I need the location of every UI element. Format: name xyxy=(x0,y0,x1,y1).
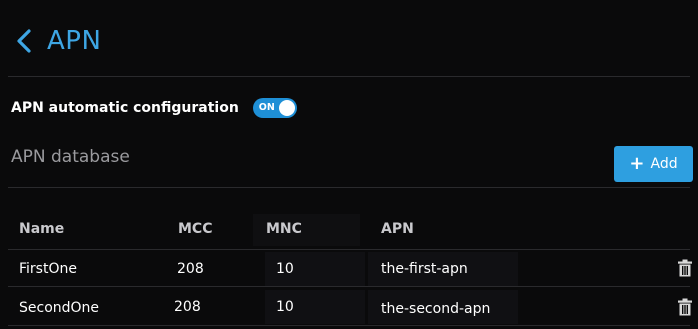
cell-mcc: 208 xyxy=(174,299,201,315)
back-button[interactable] xyxy=(10,27,38,55)
toggle-knob xyxy=(278,100,295,116)
trash-icon xyxy=(678,259,692,277)
column-header-mnc: MNC xyxy=(266,221,302,237)
apn-screen: APN APN automatic configuration ON APN d… xyxy=(0,0,698,329)
apn-database-title: APN database xyxy=(11,147,130,167)
auto-config-label: APN automatic configuration xyxy=(11,100,239,116)
section-divider xyxy=(8,187,690,188)
add-button-label: Add xyxy=(650,156,678,172)
table-row[interactable]: SecondOne 208 10 the-second-apn xyxy=(8,289,692,325)
trash-icon xyxy=(678,298,692,316)
row-divider xyxy=(8,286,690,287)
page-title: APN xyxy=(47,26,102,56)
cell-apn: the-first-apn xyxy=(381,261,468,277)
plus-icon: + xyxy=(629,153,645,174)
chevron-left-icon xyxy=(17,29,31,53)
cell-mnc: 10 xyxy=(276,261,294,277)
cell-mcc: 208 xyxy=(177,261,204,277)
column-header-name: Name xyxy=(19,221,65,237)
row-divider xyxy=(8,325,690,326)
toggle-state-text: ON xyxy=(258,102,275,113)
header-divider xyxy=(8,76,690,77)
auto-config-row: APN automatic configuration ON xyxy=(11,98,297,118)
column-header-apn: APN xyxy=(381,221,414,237)
cell-name: SecondOne xyxy=(19,300,100,316)
add-apn-button[interactable]: + Add xyxy=(614,146,693,182)
delete-row-button[interactable] xyxy=(678,298,694,316)
table-row[interactable]: FirstOne 208 10 the-first-apn xyxy=(8,251,692,287)
cell-apn: the-second-apn xyxy=(381,301,491,317)
column-header-mcc: MCC xyxy=(178,221,213,237)
cell-mnc: 10 xyxy=(276,299,294,315)
cell-name: FirstOne xyxy=(19,261,77,277)
delete-row-button[interactable] xyxy=(678,259,694,277)
table-header-divider xyxy=(8,249,690,250)
auto-config-toggle[interactable]: ON xyxy=(252,98,297,118)
